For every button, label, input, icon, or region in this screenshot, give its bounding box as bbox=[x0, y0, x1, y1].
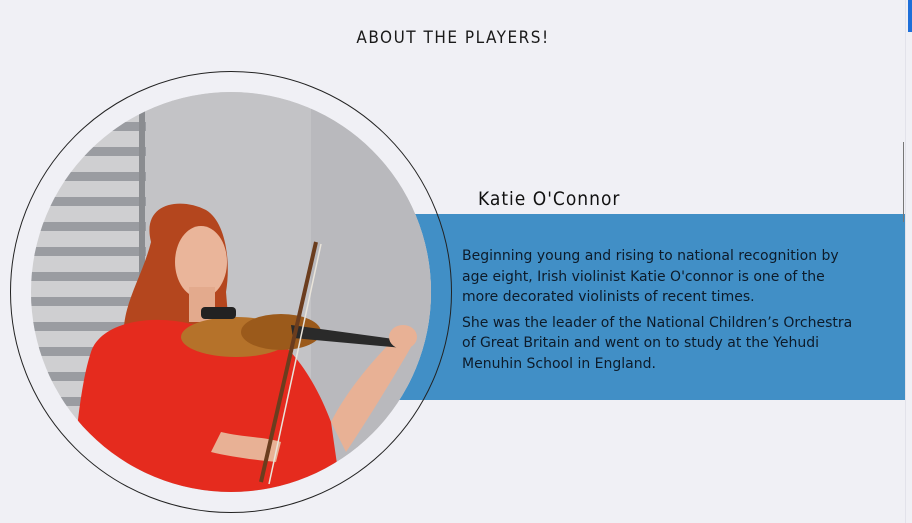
about-players-section: ABOUT THE PLAYERS! Katie O'Connor Beginn… bbox=[0, 0, 906, 523]
bio-paragraph-2: She was the leader of the National Child… bbox=[462, 314, 853, 372]
section-title: ABOUT THE PLAYERS! bbox=[356, 28, 550, 48]
player-name: Katie O'Connor bbox=[478, 188, 621, 210]
bio-paragraph-1: Beginning young and rising to national r… bbox=[462, 248, 839, 305]
scrollbar[interactable] bbox=[905, 0, 912, 523]
scroll-indicator-line bbox=[903, 142, 904, 222]
player-photo bbox=[31, 92, 431, 492]
scrollbar-thumb[interactable] bbox=[908, 0, 912, 32]
player-bio: Beginning young and rising to national r… bbox=[462, 246, 857, 379]
